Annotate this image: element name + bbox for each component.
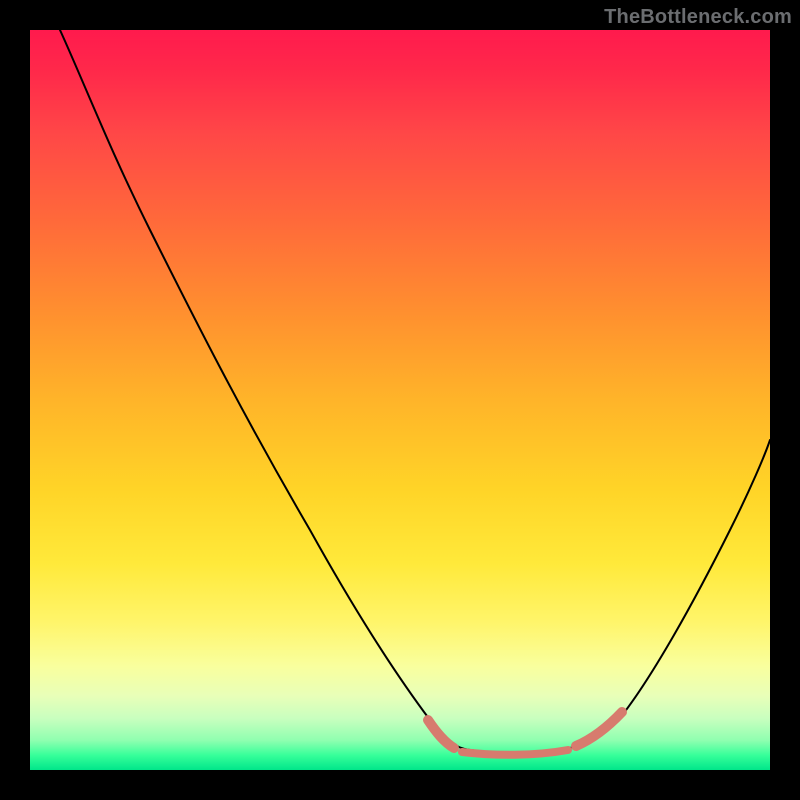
curve-highlight-left xyxy=(428,720,454,748)
curve-path xyxy=(60,30,770,753)
attribution-text: TheBottleneck.com xyxy=(604,6,792,29)
curve-highlight-flat xyxy=(462,750,568,755)
bottleneck-curve xyxy=(30,30,770,770)
plot-area xyxy=(30,30,770,770)
chart-frame: TheBottleneck.com xyxy=(0,0,800,800)
curve-highlight-right xyxy=(576,712,622,746)
